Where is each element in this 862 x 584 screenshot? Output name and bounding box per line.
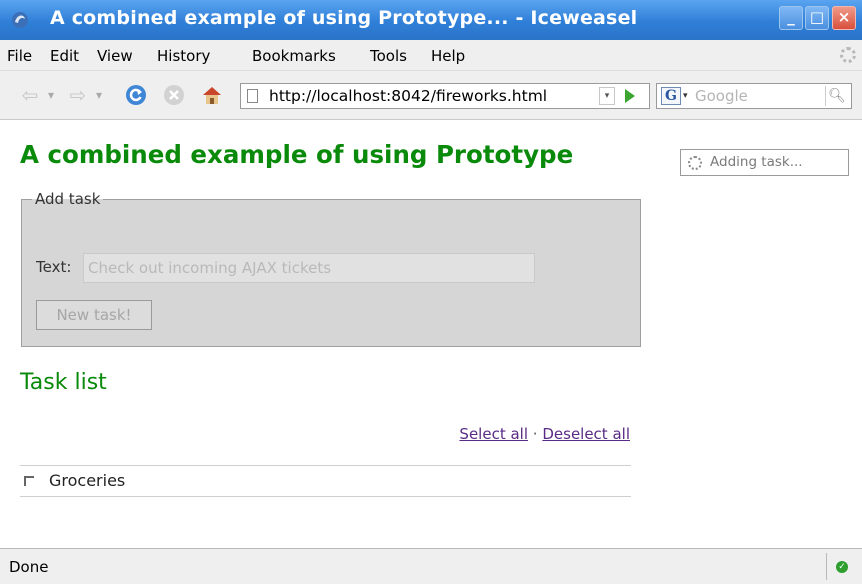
iceweasel-app-icon [12,12,28,28]
task-list-item: Groceries [20,466,631,497]
status-separator [826,553,827,580]
home-icon[interactable] [200,83,224,107]
select-all-link[interactable]: Select all [459,425,528,443]
go-arrow-icon[interactable] [625,89,635,103]
browser-window: A combined example of using Prototype...… [0,0,862,584]
forward-arrow-icon[interactable]: ⇨ [66,83,90,107]
search-bar[interactable]: G ▾ 🔍︎ [656,83,852,109]
new-task-button[interactable]: New task! [36,300,152,330]
add-task-fieldset: Add task Text: New task! [21,190,641,347]
throbber-icon [840,47,856,63]
status-indicator-text: Adding task... [710,154,803,170]
page-title: A combined example of using Prototype [20,140,574,169]
task-text-input[interactable] [83,253,535,283]
magnifier-icon[interactable]: 🔍︎ [825,86,848,106]
menu-file[interactable]: File [7,47,32,65]
menu-view[interactable]: View [97,47,133,65]
status-indicator: Adding task... [680,149,849,176]
text-label: Text: [36,258,72,276]
status-text: Done [9,558,49,576]
back-history-dropdown-icon[interactable]: ▾ [46,83,56,107]
menu-bar: File Edit View History Bookmarks Tools H… [0,40,862,71]
search-engine-icon[interactable]: G [661,87,681,105]
menu-edit[interactable]: Edit [50,47,79,65]
reload-icon[interactable] [124,83,148,107]
navigation-toolbar: ⇦ ▾ ⇨ ▾ ▾ G ▾ 🔍︎ [0,71,862,120]
check-circle-icon: ✓ [836,561,848,573]
link-separator: · [532,425,538,443]
menu-tools[interactable]: Tools [370,47,407,65]
stop-icon[interactable] [162,83,186,107]
search-input[interactable] [695,86,815,106]
task-label[interactable]: Groceries [49,471,125,490]
forward-history-dropdown-icon[interactable]: ▾ [94,83,104,107]
window-title: A combined example of using Prototype...… [50,7,638,29]
menu-history[interactable]: History [157,47,210,65]
page-icon [247,89,258,103]
close-button[interactable]: × [832,6,856,30]
address-bar[interactable]: ▾ [240,83,650,109]
back-arrow-icon[interactable]: ⇦ [18,83,42,107]
url-input[interactable] [269,85,609,107]
task-list-heading: Task list [20,370,107,395]
spinner-icon [688,156,702,170]
task-checkbox[interactable] [24,476,34,486]
menu-help[interactable]: Help [431,47,465,65]
url-history-dropdown-icon[interactable]: ▾ [599,87,615,105]
deselect-all-link[interactable]: Deselect all [542,425,630,443]
add-task-legend: Add task [35,190,101,208]
search-engine-dropdown-icon[interactable]: ▾ [683,91,688,101]
page-content: A combined example of using Prototype Ad… [0,120,862,548]
status-bar: Done ✓ [0,548,862,584]
maximize-button[interactable]: □ [805,6,829,30]
selection-links: Select all · Deselect all [380,425,630,443]
menu-bookmarks[interactable]: Bookmarks [252,47,336,65]
minimize-button[interactable]: _ [779,6,803,30]
title-bar[interactable]: A combined example of using Prototype...… [0,0,862,40]
